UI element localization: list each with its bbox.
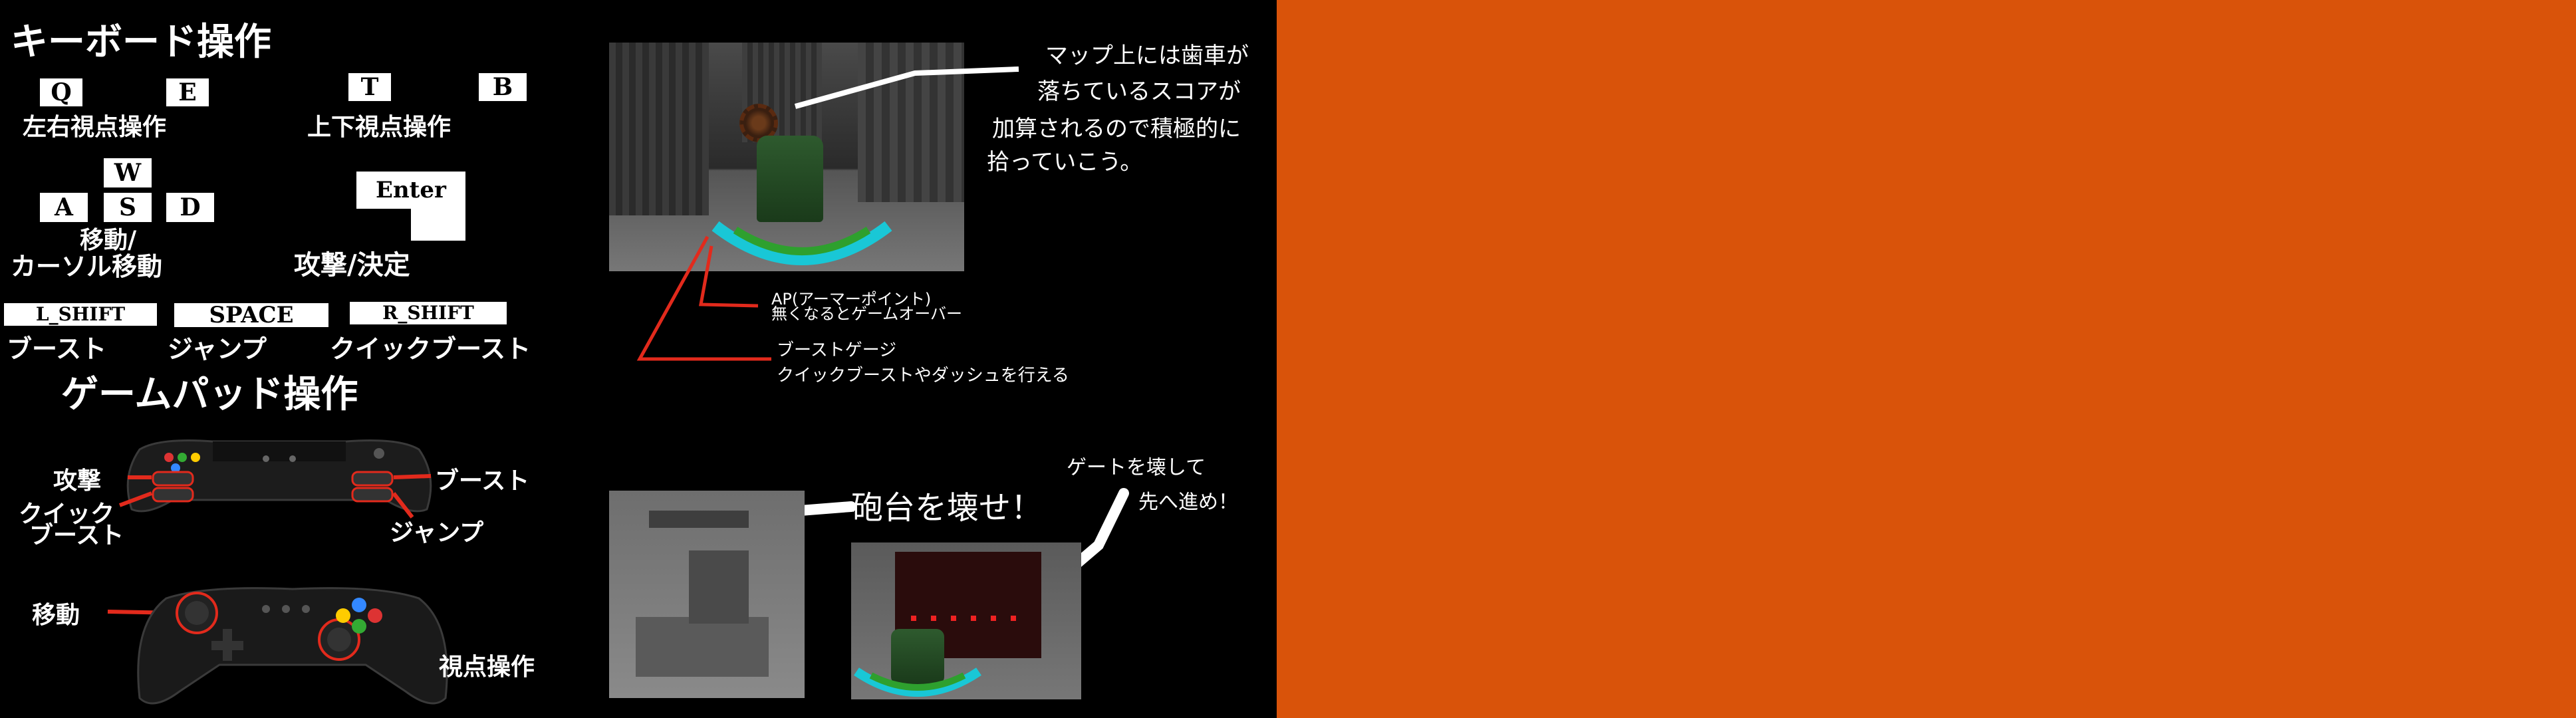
gear-note-line3: 加算されるので積極的に: [992, 116, 1241, 142]
turret-note: 砲台を壊せ！: [851, 489, 1043, 527]
orange-background-area: [1277, 0, 2576, 718]
gate-note-line2: 先へ進め！: [1138, 491, 1238, 514]
gameplay-screenshot-gate: [851, 542, 1081, 699]
turret-barrel: [649, 511, 749, 528]
gear-note-line2: 落ちているスコアが: [1037, 78, 1241, 105]
gear-note-line4: 拾っていこう。: [987, 149, 1143, 176]
boost-note-line2: クイックブーストやダッシュを行える: [777, 366, 1069, 386]
boost-note-line1: ブーストゲージ: [777, 340, 897, 360]
gameplay-screenshot-turret: [609, 491, 805, 698]
gear-note-line1: マップ上には歯車が: [1045, 43, 1249, 69]
turret-base: [636, 617, 769, 677]
gate-note-line1: ゲートを壊して: [1067, 456, 1206, 479]
gate-gauge: [854, 667, 981, 697]
gate-lights: [911, 616, 1031, 621]
tutorial-panel: キーボード操作 Q E T B 左右視点操作 上下視点操作 W A S D En…: [0, 0, 1277, 718]
turret-body: [689, 550, 749, 624]
ap-note-line2: 無くなるとゲームオーバー: [771, 304, 963, 323]
